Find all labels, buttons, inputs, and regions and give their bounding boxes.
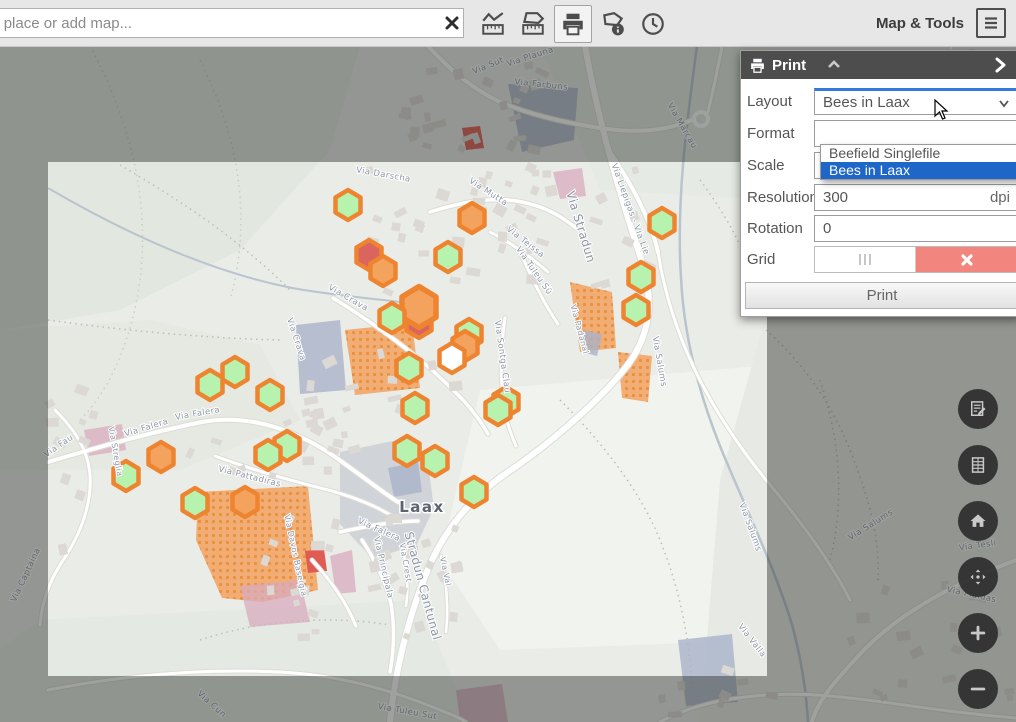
print-icon: [560, 11, 586, 37]
layout-dropdown: Beefield SinglefileBees in Laax: [820, 144, 1016, 180]
layout-label: Layout: [747, 93, 814, 110]
search-input[interactable]: [0, 8, 464, 38]
app-window: Via DarschaVia MuttaVia TeissaVia Tuleu …: [0, 0, 1016, 722]
print-tool[interactable]: [554, 5, 592, 43]
print-panel-body: Layout Bees in Laax Format Scale 1 : 900…: [741, 79, 1016, 316]
layout-select[interactable]: Bees in Laax: [814, 88, 1016, 115]
resolution-value: 300: [823, 189, 848, 206]
legend-icon: [968, 455, 988, 475]
print-panel-header[interactable]: Print: [741, 51, 1016, 79]
menu-button[interactable]: [976, 8, 1006, 38]
rotation-input[interactable]: 0: [814, 215, 1016, 242]
zoom-out-button[interactable]: [958, 669, 998, 709]
resolution-input[interactable]: 300 dpi: [814, 184, 1016, 211]
grid-off-icon: [961, 254, 973, 266]
legend-button[interactable]: [958, 445, 998, 485]
rotation-value: 0: [823, 220, 831, 237]
print-preview-dim: [0, 676, 1016, 722]
zoom-out-icon: [968, 679, 988, 699]
grid-label: Grid: [747, 251, 814, 268]
collapse-panel-button[interactable]: [826, 57, 842, 73]
grid-toggle-off[interactable]: [916, 247, 1016, 272]
identify-icon: [600, 11, 626, 37]
locate-button[interactable]: [958, 557, 998, 597]
resolution-unit: dpi: [990, 189, 1010, 206]
close-panel-button[interactable]: [993, 57, 1007, 73]
clear-icon: [443, 14, 461, 32]
grid-toggle[interactable]: [814, 246, 1016, 273]
format-select[interactable]: [814, 120, 1016, 147]
time-tool[interactable]: [634, 5, 672, 43]
print-panel: Print Layout Bees in Laax: [740, 50, 1016, 317]
print-button[interactable]: Print: [745, 282, 1016, 309]
map-controls: [958, 389, 998, 709]
measure-area-tool[interactable]: [514, 5, 552, 43]
toolbar-tools: [474, 5, 672, 43]
layout-value: Bees in Laax: [823, 94, 998, 111]
zoom-in-icon: [968, 623, 988, 643]
arrow-right-icon: [993, 57, 1007, 73]
toolbar-right: Map & Tools: [876, 0, 1006, 46]
rotation-label: Rotation: [747, 220, 814, 237]
layout-option[interactable]: Beefield Singlefile: [821, 145, 1016, 162]
menu-label: Map & Tools: [876, 15, 964, 32]
search-clear-button[interactable]: [443, 14, 461, 32]
locate-icon: [968, 567, 988, 587]
time-icon: [640, 11, 666, 37]
scale-label: Scale: [747, 157, 814, 174]
measure-line-icon: [480, 11, 506, 37]
home-button[interactable]: [958, 501, 998, 541]
report-button[interactable]: [958, 389, 998, 429]
hamburger-icon: [982, 14, 1000, 32]
toolbar: Map & Tools: [0, 0, 1016, 47]
chevron-up-icon: [826, 57, 842, 73]
report-icon: [968, 399, 988, 419]
home-icon: [968, 511, 988, 531]
print-icon: [749, 57, 766, 74]
identify-tool[interactable]: [594, 5, 632, 43]
print-preview-area[interactable]: [48, 162, 767, 676]
grid-toggle-grip[interactable]: [815, 247, 916, 272]
format-label: Format: [747, 125, 814, 142]
measure-line-tool[interactable]: [474, 5, 512, 43]
zoom-in-button[interactable]: [958, 613, 998, 653]
print-preview-dim: [0, 162, 48, 676]
layout-option[interactable]: Bees in Laax: [821, 162, 1016, 179]
measure-area-icon: [520, 11, 546, 37]
chevron-down-icon: [998, 97, 1010, 109]
resolution-label: Resolution: [747, 189, 814, 206]
panel-title: Print: [772, 57, 806, 74]
